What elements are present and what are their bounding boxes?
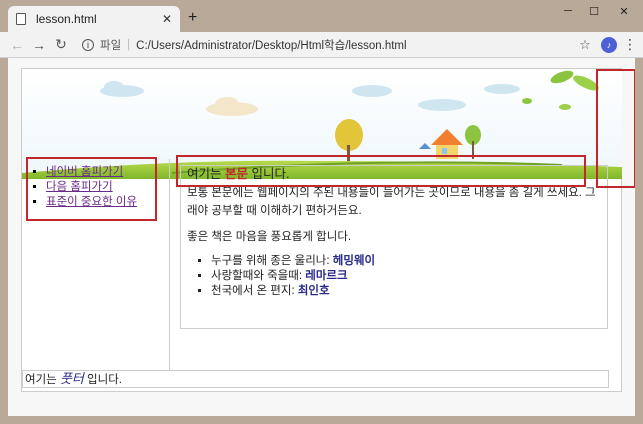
footer-emphasis: 풋터 xyxy=(59,371,84,386)
document-icon xyxy=(16,13,26,25)
bookmark-star-icon[interactable]: ☆ xyxy=(575,37,595,53)
tab-strip: lesson.html ✕ + ─ ☐ ✕ xyxy=(0,0,643,32)
book-item: 천국에서 온 편지: 최인호 xyxy=(211,284,601,299)
book-author: 헤밍웨이 xyxy=(332,255,376,267)
body-paragraph: 보통 본문에는 웹페이지의 주된 내용들이 들어가는 곳이므로 내용을 좀 길게… xyxy=(187,187,596,217)
address-separator: | xyxy=(127,38,131,51)
book-item: 누구를 위해 종은 울리나: 헤밍웨이 xyxy=(211,254,601,269)
right-highlight-box xyxy=(596,69,635,188)
reload-icon[interactable]: ↻ xyxy=(50,36,72,53)
footer-prefix: 여기는 xyxy=(25,374,60,386)
nav-list: 네이버 홈피가기 다음 홈피가기 표준이 중요한 이유 xyxy=(46,165,137,210)
nav-item: 표준이 중요한 이유 xyxy=(46,195,137,210)
extension-icon[interactable]: ♪ xyxy=(601,36,617,53)
page-container: 네이버 홈피가기 다음 홈피가기 표준이 중요한 이유 여기는 본문 입니다. … xyxy=(21,68,635,392)
tab-title: lesson.html xyxy=(36,12,97,26)
new-tab-button[interactable]: + xyxy=(188,9,197,27)
book-item: 사랑할때와 죽을때: 레마르크 xyxy=(211,269,601,284)
daum-link[interactable]: 다음 홈피가기 xyxy=(46,181,113,193)
address-bar[interactable]: i 파일 | C:/Users/Administrator/Desktop/Ht… xyxy=(82,35,575,55)
book-author: 레마르크 xyxy=(305,270,348,282)
naver-link[interactable]: 네이버 홈피가기 xyxy=(46,166,123,178)
browser-toolbar: ← → ↻ i 파일 | C:/Users/Administrator/Desk… xyxy=(0,32,643,58)
page-viewport: 네이버 홈피가기 다음 홈피가기 표준이 중요한 이유 여기는 본문 입니다. … xyxy=(8,58,635,416)
address-path: C:/Users/Administrator/Desktop/Html학습/le… xyxy=(136,39,407,52)
browser-tab[interactable]: lesson.html ✕ xyxy=(8,6,180,32)
page-footer: 여기는 풋터 입니다. xyxy=(22,370,609,388)
address-scheme: 파일 xyxy=(100,39,122,52)
heading-highlight-box xyxy=(176,155,586,187)
forward-icon[interactable]: → xyxy=(28,37,50,53)
book-title: 천국에서 온 편지: xyxy=(211,285,298,297)
back-icon[interactable]: ← xyxy=(6,37,28,53)
tab-close-icon[interactable]: ✕ xyxy=(162,12,172,26)
footer-suffix: 입니다. xyxy=(83,374,122,386)
book-intro: 좋은 책은 마음을 풍요롭게 합니다. xyxy=(187,231,352,243)
maximize-icon[interactable]: ☐ xyxy=(585,4,603,18)
window-controls: ─ ☐ ✕ xyxy=(559,4,637,18)
standards-link[interactable]: 표준이 중요한 이유 xyxy=(46,196,137,208)
close-window-icon[interactable]: ✕ xyxy=(611,4,637,18)
menu-icon[interactable]: ⋮ xyxy=(623,36,637,53)
browser-window: lesson.html ✕ + ─ ☐ ✕ ← → ↻ i 파일 | C:/Us… xyxy=(0,0,643,424)
book-list: 누구를 위해 종은 울리나: 헤밍웨이 사랑할때와 죽을때: 레마르크 천국에서… xyxy=(211,254,601,299)
book-title: 사랑할때와 죽을때: xyxy=(211,270,306,282)
nav-item: 네이버 홈피가기 xyxy=(46,165,137,180)
book-author: 최인호 xyxy=(297,285,330,297)
main-content: 여기는 본문 입니다. 보통 본문에는 웹페이지의 주된 내용들이 들어가는 곳… xyxy=(180,165,608,329)
info-icon[interactable]: i xyxy=(82,38,94,51)
sidebar-nav: 네이버 홈피가기 다음 홈피가기 표준이 중요한 이유 xyxy=(22,157,170,371)
book-title: 누구를 위해 종은 울리나: xyxy=(211,255,333,267)
minimize-icon[interactable]: ─ xyxy=(559,4,577,18)
nav-item: 다음 홈피가기 xyxy=(46,180,137,195)
